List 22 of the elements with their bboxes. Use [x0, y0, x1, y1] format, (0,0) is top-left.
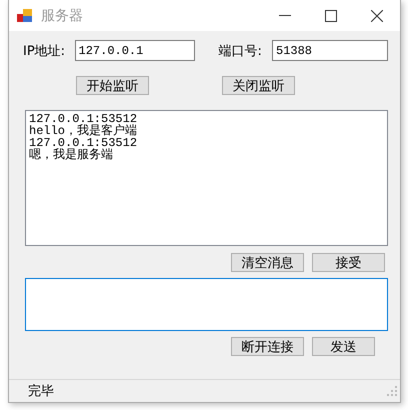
port-field[interactable]: 51388: [272, 40, 388, 61]
start-listen-button[interactable]: 开始监听: [76, 76, 149, 95]
message-line: hello，我是客户端: [29, 125, 138, 137]
stop-listen-button[interactable]: 关闭监听: [222, 76, 295, 95]
window-title: 服务器: [41, 6, 84, 24]
clear-button[interactable]: 清空消息: [231, 253, 304, 272]
disconnect-button[interactable]: 断开连接: [231, 337, 304, 356]
accept-button[interactable]: 接受: [312, 253, 385, 272]
send-button[interactable]: 发送: [312, 337, 375, 356]
status-text: 完毕: [28, 383, 54, 400]
compose-field[interactable]: [25, 278, 388, 331]
ip-field[interactable]: 127.0.0.1: [74, 40, 195, 61]
ip-label: IP地址:: [23, 42, 66, 60]
port-label: 端口号:: [218, 42, 263, 60]
resize-grip-icon: [387, 386, 397, 396]
message-line: 嗯，我是服务端: [29, 149, 113, 161]
maximize-icon: [325, 10, 337, 22]
message-line: 127.0.0.1:53512: [29, 137, 138, 149]
close-icon: [371, 10, 383, 22]
minimize-icon: [279, 15, 291, 16]
message-line: 127.0.0.1:53512: [29, 113, 138, 125]
app-icon: [17, 8, 33, 22]
